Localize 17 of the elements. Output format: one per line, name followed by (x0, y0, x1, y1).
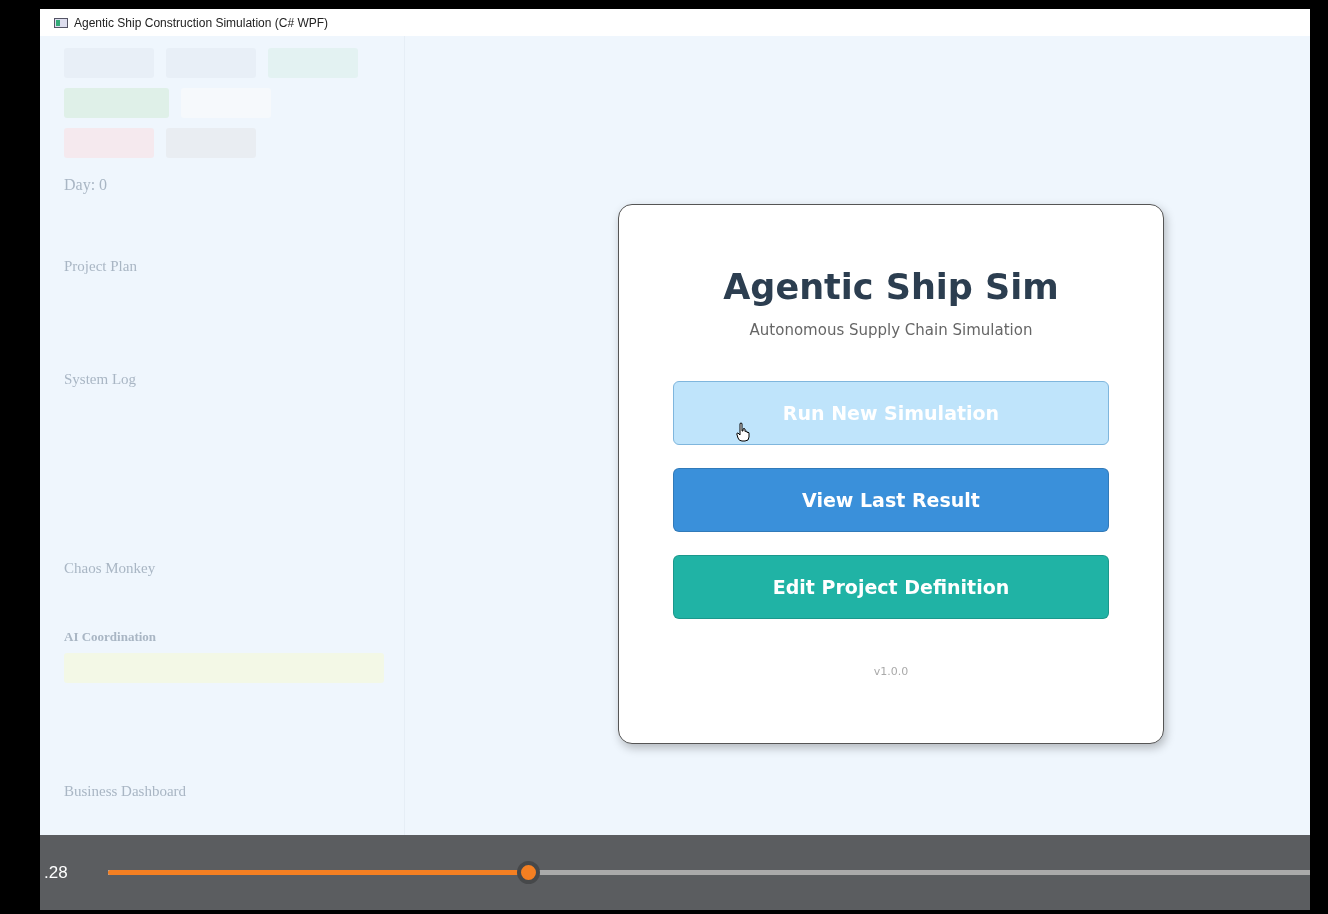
hand-cursor-icon (736, 422, 750, 442)
seek-handle[interactable] (516, 861, 540, 884)
faded-heading: Chaos Monkey (64, 560, 157, 577)
faded-heading: AI Coordination (64, 629, 158, 645)
window-title: Agentic Ship Construction Simulation (C# WPF) (74, 15, 329, 30)
faded-heading: Day: 0 (64, 176, 109, 194)
dialog-title: Agentic Ship Sim (723, 267, 1059, 307)
faded-heading: Business Dashboard (64, 783, 188, 800)
menu-button[interactable]: View Last Result (673, 468, 1109, 532)
menu-button[interactable]: Run New Simulation (673, 381, 1109, 445)
window-icon (54, 17, 68, 28)
version-label: v1.0.0 (873, 665, 909, 678)
dialog-subtitle: Autonomous Supply Chain Simulation (749, 321, 1033, 339)
menu-button[interactable]: Edit Project Definition (673, 555, 1109, 619)
faded-heading: Project Plan (64, 258, 138, 275)
faded-heading: System Log (64, 371, 138, 388)
time-label: .28 (44, 862, 69, 883)
